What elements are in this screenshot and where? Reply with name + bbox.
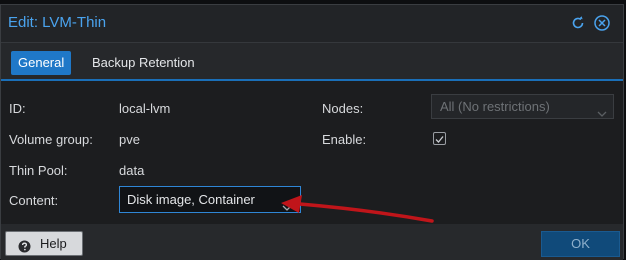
thin-pool-value: data bbox=[119, 163, 145, 178]
reset-icon[interactable] bbox=[570, 15, 586, 31]
nodes-label: Nodes: bbox=[322, 101, 364, 116]
help-button-label: Help bbox=[40, 236, 67, 251]
enable-checkbox[interactable] bbox=[433, 132, 446, 145]
id-value: local-lvm bbox=[119, 101, 171, 116]
checkmark-icon bbox=[435, 136, 444, 143]
tab-backup-retention[interactable]: Backup Retention bbox=[85, 51, 202, 75]
close-icon[interactable] bbox=[594, 15, 610, 31]
content-select-value: Disk image, Container bbox=[127, 192, 255, 207]
tab-general[interactable]: General bbox=[11, 51, 72, 75]
help-button[interactable]: Help bbox=[5, 231, 83, 256]
tab-bar: General Backup Retention bbox=[1, 43, 623, 81]
content-select[interactable]: Disk image, Container bbox=[119, 186, 301, 213]
help-icon bbox=[18, 237, 31, 260]
content-label: Content: bbox=[9, 193, 59, 208]
ok-button-label: OK bbox=[571, 236, 590, 251]
volume-group-label: Volume group: bbox=[9, 132, 93, 147]
dialog-footer: Help OK bbox=[1, 224, 623, 260]
id-label: ID: bbox=[9, 101, 26, 116]
chevron-down-icon[interactable] bbox=[597, 102, 607, 125]
nodes-select[interactable]: All (No restrictions) bbox=[431, 94, 614, 119]
ok-button[interactable]: OK bbox=[541, 231, 620, 257]
thin-pool-label: Thin Pool: bbox=[9, 163, 68, 178]
nodes-select-value: All (No restrictions) bbox=[440, 99, 550, 114]
edit-lvm-thin-dialog: Edit: LVM-Thin General Backup Retention … bbox=[0, 4, 624, 260]
dialog-titlebar: Edit: LVM-Thin bbox=[1, 5, 623, 43]
chevron-down-icon[interactable] bbox=[282, 195, 292, 220]
enable-label: Enable: bbox=[322, 132, 367, 147]
dialog-title: Edit: LVM-Thin bbox=[8, 14, 107, 31]
volume-group-value: pve bbox=[119, 132, 140, 147]
form-panel: ID: local-lvm Volume group: pve Thin Poo… bbox=[1, 81, 623, 224]
